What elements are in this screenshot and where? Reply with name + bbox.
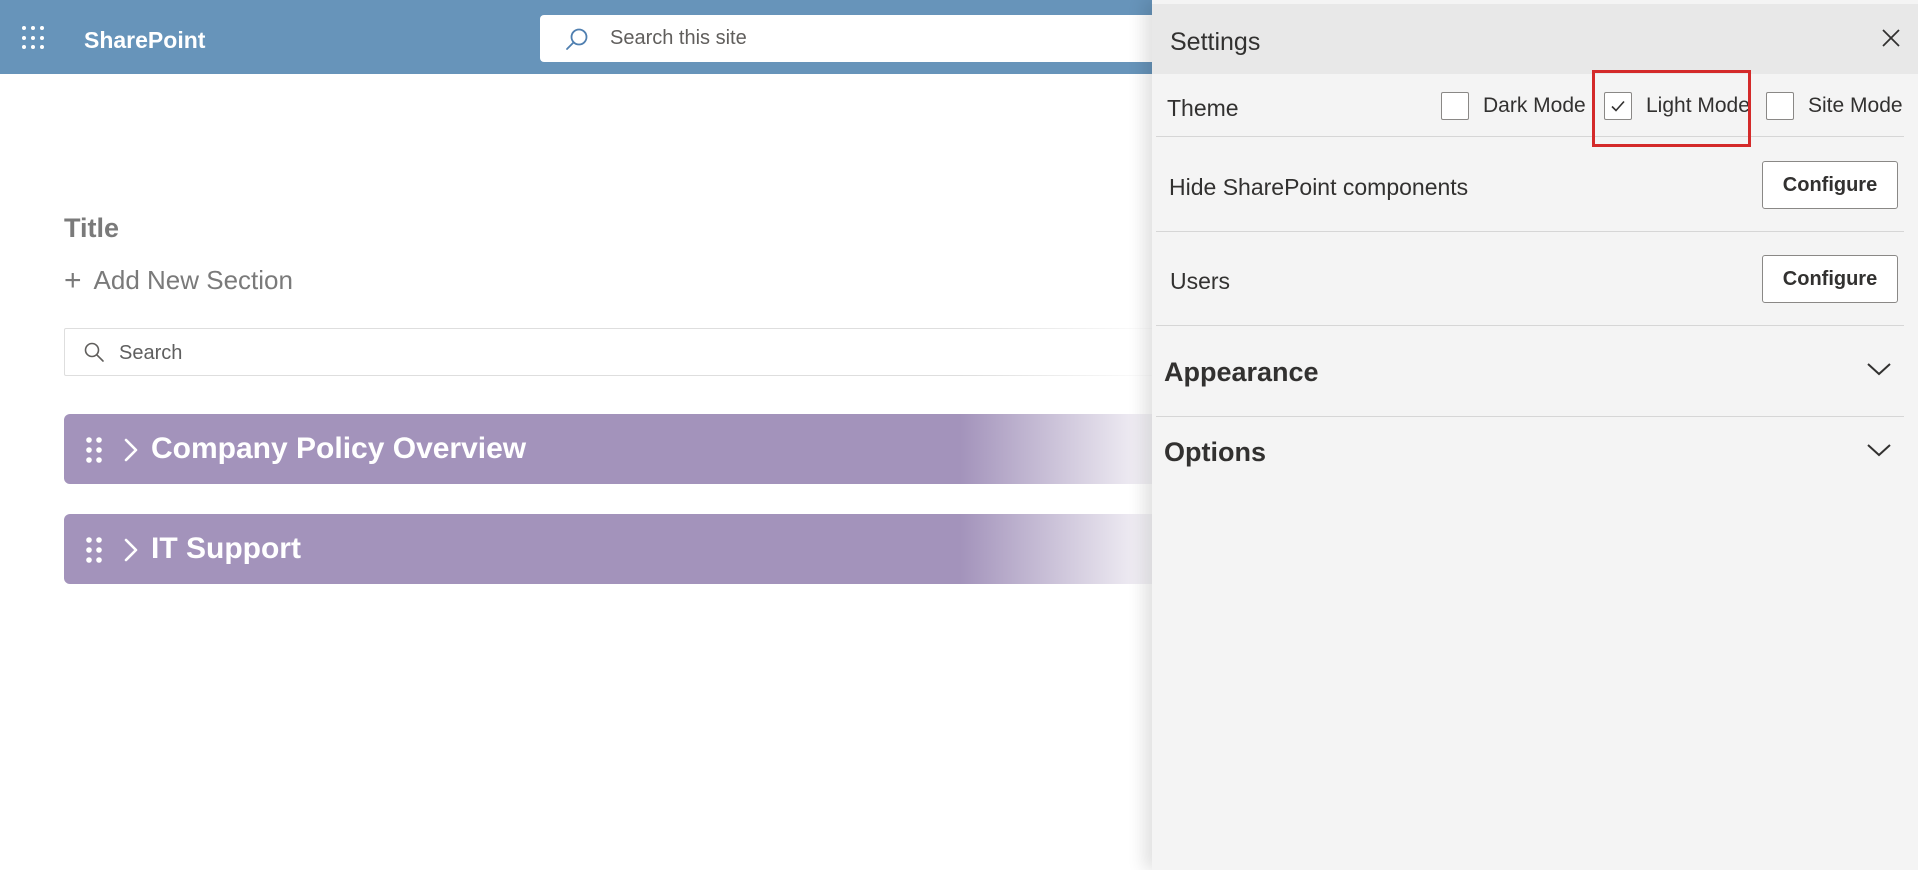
section-label: Company Policy Overview xyxy=(151,432,527,465)
panel-overlay-fade xyxy=(960,74,1152,870)
dark-mode-checkbox[interactable]: Dark Mode xyxy=(1441,92,1586,120)
checkbox-box[interactable] xyxy=(1441,92,1469,120)
search-icon xyxy=(83,341,105,368)
site-search-placeholder: Search this site xyxy=(610,27,747,49)
settings-panel-header: Settings xyxy=(1152,4,1918,74)
checkmark-icon xyxy=(1611,100,1625,112)
content-search-placeholder: Search xyxy=(119,342,183,364)
drag-handle-icon[interactable] xyxy=(84,536,104,569)
settings-panel-title: Settings xyxy=(1170,28,1261,56)
add-new-section-button[interactable]: + Add New Section xyxy=(64,265,293,296)
add-new-section-label: Add New Section xyxy=(93,265,293,295)
drag-handle-icon[interactable] xyxy=(84,436,104,469)
site-mode-checkbox[interactable]: Site Mode xyxy=(1766,92,1903,120)
search-icon xyxy=(564,27,590,58)
site-mode-label: Site Mode xyxy=(1808,94,1903,117)
chevron-down-icon[interactable] xyxy=(1865,360,1893,383)
checkbox-box[interactable] xyxy=(1604,92,1632,120)
configure-users-button[interactable]: Configure xyxy=(1762,255,1898,303)
section-label: IT Support xyxy=(151,532,301,565)
chevron-down-icon[interactable] xyxy=(1865,441,1893,464)
plus-icon: + xyxy=(64,263,82,297)
chevron-right-icon[interactable] xyxy=(122,537,140,568)
options-label: Options xyxy=(1164,437,1266,467)
light-mode-label: Light Mode xyxy=(1646,94,1750,117)
theme-label: Theme xyxy=(1167,95,1239,121)
appearance-label: Appearance xyxy=(1164,357,1319,387)
options-accordion[interactable] xyxy=(1156,416,1904,488)
checkbox-box[interactable] xyxy=(1766,92,1794,120)
hide-components-label: Hide SharePoint components xyxy=(1169,174,1469,200)
page-title[interactable]: Title xyxy=(64,213,119,244)
configure-hide-components-button[interactable]: Configure xyxy=(1762,161,1898,209)
app-launcher-icon[interactable] xyxy=(22,26,46,50)
chevron-right-icon[interactable] xyxy=(122,437,140,468)
close-icon[interactable] xyxy=(1879,26,1903,50)
dark-mode-label: Dark Mode xyxy=(1483,94,1586,117)
users-label: Users xyxy=(1170,268,1231,294)
app-name[interactable]: SharePoint xyxy=(84,27,205,54)
light-mode-checkbox[interactable]: Light Mode xyxy=(1604,92,1750,120)
